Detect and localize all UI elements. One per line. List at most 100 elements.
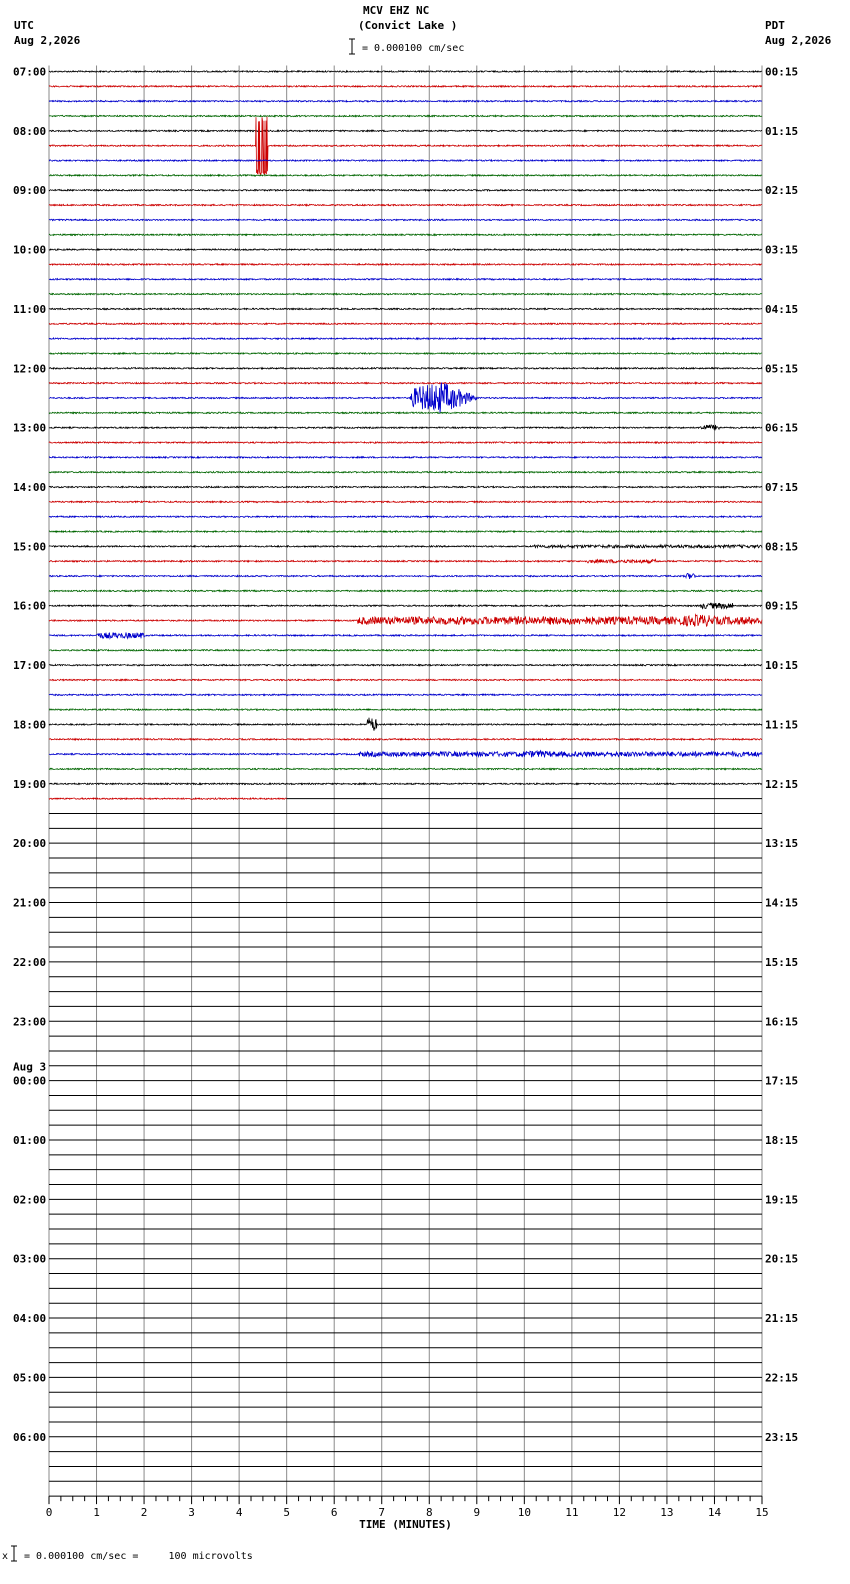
utc-hour-label: 15:00: [13, 540, 46, 553]
seismic-trace: [48, 485, 763, 489]
seismic-trace: [48, 322, 763, 326]
pdt-hour-label: 23:15: [765, 1431, 798, 1444]
seismic-trace: [48, 663, 763, 667]
utc-hour-label: 07:00: [13, 66, 46, 79]
seismic-trace: [48, 203, 762, 207]
pdt-hour-label: 00:15: [765, 66, 798, 79]
x-tick-label: 5: [283, 1506, 290, 1519]
pdt-hour-label: 02:15: [765, 184, 798, 197]
x-tick-label: 12: [613, 1506, 626, 1519]
utc-hour-label: 03:00: [13, 1253, 46, 1266]
pdt-hour-label: 10:15: [765, 659, 798, 672]
pdt-hour-label: 01:15: [765, 125, 798, 138]
pdt-hour-label: 07:15: [765, 481, 798, 494]
x-tick-label: 3: [188, 1506, 195, 1519]
seismic-trace: [48, 382, 763, 414]
seismic-trace: [48, 84, 763, 89]
utc-hour-label: 06:00: [13, 1431, 46, 1444]
seismic-trace: [48, 188, 763, 192]
utc-hour-label: 08:00: [13, 125, 46, 138]
seismic-trace: [48, 500, 763, 504]
utc-hour-label: 20:00: [13, 837, 46, 850]
seismic-trace: [48, 247, 763, 252]
utc-hour-label: 23:00: [13, 1015, 46, 1028]
utc-hour-label: 12:00: [13, 362, 46, 375]
seismic-trace: [48, 470, 763, 475]
seismic-trace: [48, 351, 763, 356]
utc-hour-label: 21:00: [13, 897, 46, 910]
utc-hour-label: 00:00: [13, 1075, 46, 1088]
x-tick-label: 10: [518, 1506, 531, 1519]
pdt-hour-label: 08:15: [765, 540, 798, 553]
pdt-hour-label: 21:15: [765, 1312, 798, 1325]
seismic-trace: [48, 262, 763, 267]
seismic-trace: [48, 455, 762, 460]
seismic-trace: [48, 514, 763, 519]
seismic-trace: [48, 381, 762, 385]
utc-hour-label: 19:00: [13, 778, 46, 791]
seismic-trace: [48, 678, 763, 682]
seismic-trace: [48, 796, 287, 801]
utc-hour-label: 11:00: [13, 303, 46, 316]
pdt-hour-label: 18:15: [765, 1134, 798, 1147]
pdt-hour-label: 05:15: [765, 362, 798, 375]
seismic-trace: [48, 543, 763, 550]
seismic-trace: [48, 99, 762, 103]
seismic-trace: [48, 692, 763, 697]
utc-hour-label: 13:00: [13, 422, 46, 435]
x-tick-label: 14: [708, 1506, 722, 1519]
seismic-trace: [48, 129, 763, 133]
seismic-trace: [48, 233, 763, 237]
seismic-trace: [48, 573, 763, 580]
seismic-trace: [49, 529, 763, 534]
x-tick-label: 9: [473, 1506, 480, 1519]
utc-hour-label: 05:00: [13, 1371, 46, 1384]
x-tick-label: 1: [93, 1506, 100, 1519]
pdt-hour-label: 06:15: [765, 422, 798, 435]
pdt-hour-label: 20:15: [765, 1253, 798, 1266]
seismic-trace: [48, 292, 763, 296]
utc-hour-label: 09:00: [13, 184, 46, 197]
seismic-trace: [48, 632, 763, 640]
seismic-trace: [48, 116, 763, 176]
utc-hour-label: 14:00: [13, 481, 46, 494]
pdt-hour-label: 13:15: [765, 837, 798, 850]
seismic-trace: [48, 707, 763, 712]
seismic-trace: [48, 424, 763, 431]
x-tick-label: 4: [236, 1506, 243, 1519]
x-tick-label: 13: [660, 1506, 673, 1519]
seismic-trace: [48, 307, 763, 311]
pdt-hour-label: 17:15: [765, 1075, 798, 1088]
seismic-trace: [48, 749, 763, 759]
x-tick-label: 2: [141, 1506, 148, 1519]
pdt-hour-label: 04:15: [765, 303, 798, 316]
seismic-trace: [48, 767, 763, 771]
footer-scale-note: = 0.000100 cm/sec = 100 microvolts: [24, 1551, 253, 1562]
x-axis-label: TIME (MINUTES): [359, 1518, 452, 1531]
seismogram-plot: 0 1 2 3 4 5 6 7 8 9 10 11 12 13 14 15TIME (MINUTES)07:0…: [13, 65, 798, 1531]
pdt-hour-label: 15:15: [765, 956, 798, 969]
pdt-hour-label: 03:15: [765, 244, 798, 257]
seismic-trace: [48, 218, 763, 222]
pdt-hour-label: 12:15: [765, 778, 798, 791]
seismic-trace: [48, 558, 763, 565]
x-tick-label: 15: [755, 1506, 768, 1519]
pdt-hour-label: 09:15: [765, 600, 798, 613]
seismic-trace: [48, 366, 763, 371]
utc-day-break-label: Aug 3: [13, 1061, 46, 1074]
footer-scale-bar-icon: [11, 1545, 17, 1562]
utc-hour-label: 04:00: [13, 1312, 46, 1325]
seismic-trace: [48, 737, 763, 742]
utc-hour-label: 17:00: [13, 659, 46, 672]
utc-hour-label: 18:00: [13, 718, 46, 731]
seismic-trace: [48, 717, 763, 731]
pdt-hour-label: 19:15: [765, 1193, 798, 1206]
seismic-trace: [49, 648, 763, 653]
seismic-trace: [49, 173, 763, 178]
seismic-trace: [48, 440, 763, 445]
pdt-hour-label: 11:15: [765, 718, 798, 731]
seismic-trace: [48, 277, 763, 282]
pdt-hour-label: 16:15: [765, 1015, 798, 1028]
utc-hour-label: 02:00: [13, 1193, 46, 1206]
seismic-trace: [48, 158, 763, 163]
